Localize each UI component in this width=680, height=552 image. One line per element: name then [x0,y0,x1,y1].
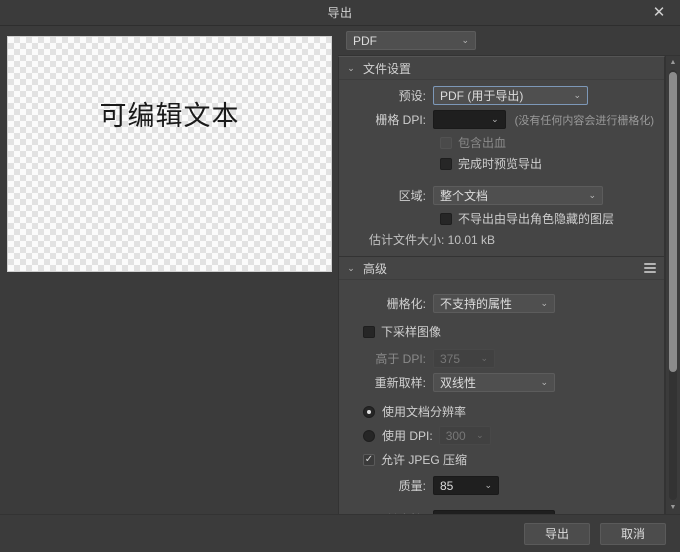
use-doc-resolution-radio[interactable] [363,405,375,418]
preset-row: 预设: PDF (用于导出) ⌄ [347,86,654,105]
raster-dpi-hint: (没有任何内容会进行栅格化) [514,114,654,127]
preview-pane: 可编辑文本 [0,26,338,514]
downsample-checkbox[interactable] [363,325,375,338]
rasterize-row: 栅格化: 不支持的属性 ⌄ [347,294,654,313]
chevron-down-icon: ⌄ [588,190,596,200]
above-dpi-label: 高于 DPI: [375,352,426,366]
no-export-hidden-row: 不导出由导出角色隐藏的图层 [347,210,654,227]
preview-on-finish-checkbox[interactable] [440,157,452,170]
section-file-settings-body: 预设: PDF (用于导出) ⌄ 栅格 DPI: ⌄ (没有任何内容会进行栅格化… [339,80,664,256]
preview-canvas-frame: 可编辑文本 [7,36,332,272]
chevron-down-icon: ⌄ [540,298,548,308]
include-bleed-checkbox[interactable] [440,136,452,149]
chevron-down-icon: ⌄ [480,353,488,363]
cancel-button[interactable]: 取消 [600,522,666,545]
preview-canvas-text: 可编辑文本 [99,101,240,131]
hamburger-menu-icon[interactable] [644,263,656,273]
include-bleed-label: 包含出血 [458,136,507,150]
no-export-hidden-label: 不导出由导出角色隐藏的图层 [458,212,615,226]
compatibility-value: PDF 1.7 (Acrobat 8) [440,513,547,515]
format-select-value: PDF [353,33,377,48]
quality-select[interactable]: 85 ⌄ [433,476,499,495]
chevron-down-icon: ⌄ [491,114,499,124]
include-bleed-row: 包含出血 [347,134,654,151]
chevron-down-icon: ⌄ [540,377,548,387]
preset-select-value: PDF (用于导出) [440,89,524,103]
format-select[interactable]: PDF ⌄ [346,31,476,50]
settings-scrollbar[interactable]: ▲ ▼ [665,56,680,514]
settings-sections: ⌄ 文件设置 预设: PDF (用于导出) ⌄ 栅格 DPI: ⌄ (没有任何内… [338,56,665,514]
close-icon[interactable]: ✕ [646,0,672,25]
above-dpi-row: 高于 DPI: 375 ⌄ [347,349,654,368]
section-advanced: ⌄ 高级 栅格化: 不支持的属性 ⌄ 下采样图像 高于 DPI: 375 ⌄ 重… [338,256,665,514]
chevron-down-icon: ⌄ [347,62,355,73]
chevron-down-icon: ⌄ [347,262,355,273]
rasterize-select[interactable]: 不支持的属性 ⌄ [433,294,555,313]
chevron-down-icon: ⌄ [461,35,469,45]
use-doc-resolution-row: 使用文档分辨率 [347,403,654,420]
dialog-body: 可编辑文本 PDF ⌄ ⌄ 文件设置 预设: PDF (用于导出) ⌄ 栅格 D… [0,26,680,514]
quality-row: 质量: 85 ⌄ [347,476,654,495]
dialog-titlebar: 导出 ✕ [0,0,680,26]
chevron-down-icon: ⌄ [573,90,581,100]
use-doc-resolution-label: 使用文档分辨率 [382,405,467,419]
preview-on-finish-row: 完成时预览导出 [347,155,654,172]
area-label: 区域: [398,189,426,203]
resample-select[interactable]: 双线性 ⌄ [433,373,555,392]
use-dpi-value: 300 [445,428,466,443]
export-dialog: 导出 ✕ 可编辑文本 PDF ⌄ ⌄ 文件设置 预设: PDF (用于导出) ⌄… [0,0,680,552]
preview-on-finish-label: 完成时预览导出 [458,157,543,171]
section-advanced-body: 栅格化: 不支持的属性 ⌄ 下采样图像 高于 DPI: 375 ⌄ 重新取样: … [339,280,664,514]
scroll-up-arrow-icon[interactable]: ▲ [666,56,680,69]
resample-select-value: 双线性 [440,376,477,390]
area-row: 区域: 整个文档 ⌄ [347,186,654,205]
section-file-settings-header[interactable]: ⌄ 文件设置 [339,57,664,80]
above-dpi-select[interactable]: 375 ⌄ [433,349,495,368]
downsample-row: 下采样图像 [347,323,654,340]
downsample-label: 下采样图像 [381,325,442,339]
use-dpi-select[interactable]: 300 ⌄ [438,426,491,445]
section-advanced-header[interactable]: ⌄ 高级 [339,257,664,280]
no-export-hidden-checkbox[interactable] [440,212,452,225]
export-button[interactable]: 导出 [524,522,590,545]
scroll-down-arrow-icon[interactable]: ▼ [666,501,680,514]
raster-dpi-row: 栅格 DPI: ⌄ (没有任何内容会进行栅格化) [347,110,654,129]
chevron-down-icon: ⌄ [476,430,484,440]
resample-row: 重新取样: 双线性 ⌄ [347,373,654,392]
quality-value: 85 [440,478,454,493]
compatibility-select[interactable]: PDF 1.7 (Acrobat 8) ⌄ [433,510,555,514]
use-dpi-row: 使用 DPI: 300 ⌄ [347,426,654,445]
dialog-title: 导出 [327,6,353,20]
raster-dpi-select[interactable]: ⌄ [433,110,506,129]
allow-jpeg-checkbox[interactable] [363,453,375,466]
above-dpi-value: 375 [440,351,461,366]
raster-dpi-label: 栅格 DPI: [375,113,426,127]
preset-select[interactable]: PDF (用于导出) ⌄ [433,86,588,105]
use-dpi-radio[interactable] [363,429,375,442]
area-select-value: 整个文档 [440,189,489,203]
scrollbar-thumb[interactable] [669,72,677,372]
section-file-settings-title: 文件设置 [363,61,412,76]
format-row: PDF ⌄ [338,26,680,55]
chevron-down-icon: ⌄ [484,480,492,490]
preset-label: 预设: [398,89,426,103]
allow-jpeg-label: 允许 JPEG 压缩 [381,453,468,467]
area-select[interactable]: 整个文档 ⌄ [433,186,603,205]
dialog-footer: 导出 取消 [0,514,680,552]
settings-panel: PDF ⌄ ⌄ 文件设置 预设: PDF (用于导出) ⌄ 栅格 DPI: ⌄ … [338,26,680,514]
estimated-file-size: 估计文件大小: 10.01 kB [369,233,496,247]
rasterize-label: 栅格化: [386,297,426,311]
settings-scroll-area: ⌄ 文件设置 预设: PDF (用于导出) ⌄ 栅格 DPI: ⌄ (没有任何内… [338,55,680,514]
compatibility-row: 兼容性: PDF 1.7 (Acrobat 8) ⌄ [347,510,654,514]
preview-canvas: 可编辑文本 [8,37,331,271]
compatibility-label: 兼容性: [347,511,433,514]
rasterize-select-value: 不支持的属性 [440,297,513,311]
resample-label: 重新取样: [374,376,426,390]
section-file-settings: ⌄ 文件设置 预设: PDF (用于导出) ⌄ 栅格 DPI: ⌄ (没有任何内… [338,56,665,256]
quality-label: 质量: [398,479,426,493]
section-advanced-title: 高级 [363,261,388,276]
use-dpi-label: 使用 DPI: [382,429,433,443]
allow-jpeg-row: 允许 JPEG 压缩 [347,451,654,468]
